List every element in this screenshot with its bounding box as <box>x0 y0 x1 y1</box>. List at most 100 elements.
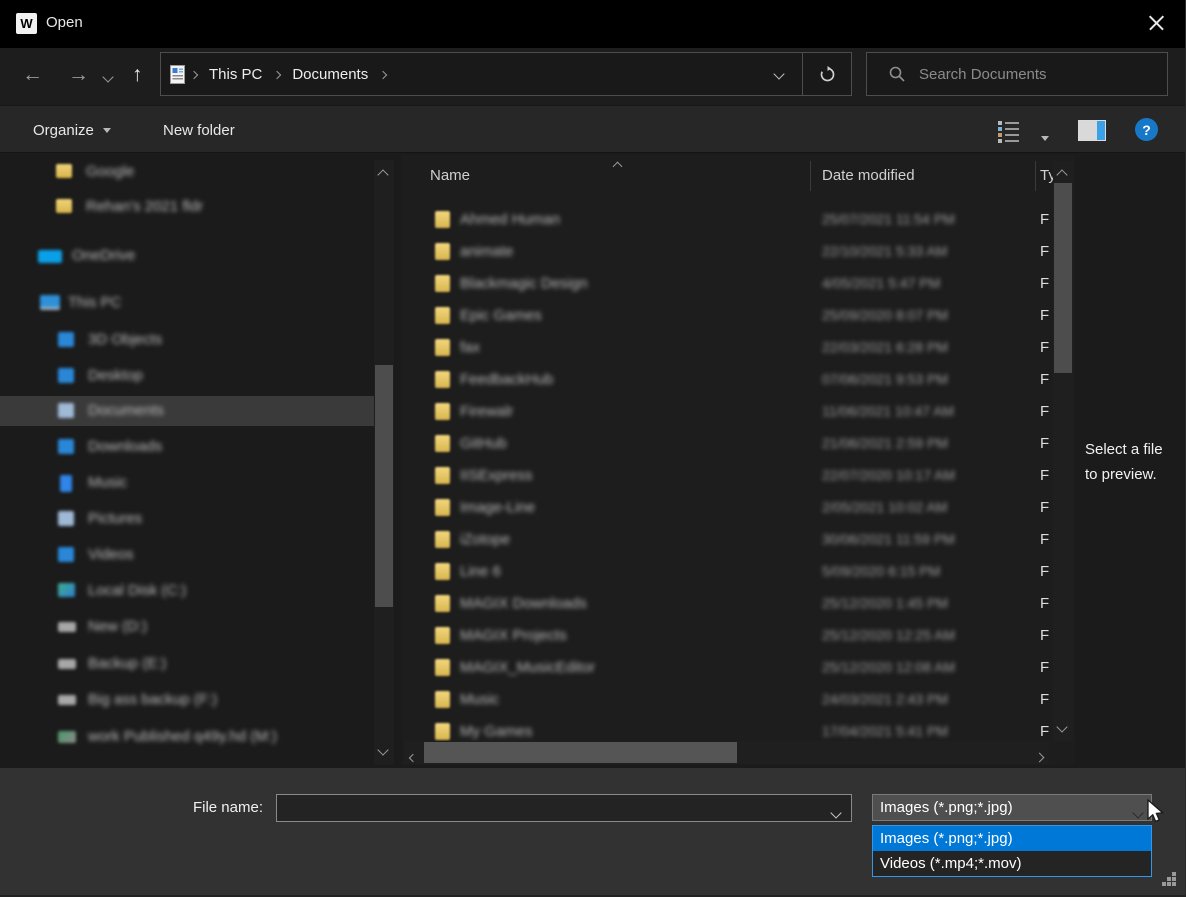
file-row[interactable]: MAGIX_MusicEditor25/12/2020 12:08 AMF <box>402 653 1053 685</box>
file-name-input[interactable] <box>276 794 852 822</box>
sidebar-item[interactable]: Big ass backup (F:) <box>0 685 374 715</box>
file-row[interactable]: Firewalr11/06/2021 10:47 AMF <box>402 397 1053 429</box>
sidebar-item[interactable]: Backup (E:) <box>0 649 374 679</box>
sidebar-item[interactable]: work Published q49y.hd (M:) <box>0 722 374 752</box>
up-button[interactable]: ↑ <box>132 61 143 89</box>
open-dialog: W Open ← → ↑ This PC Documents <box>0 0 1186 897</box>
file-row-type: F <box>1040 339 1049 356</box>
breadcrumb-chevron-icon[interactable] <box>274 65 280 83</box>
file-row[interactable]: FeedbackHub07/06/2021 9:53 PMF <box>402 365 1053 397</box>
column-header-date-modified[interactable]: Date modified <box>822 167 915 184</box>
sidebar-item[interactable]: OneDrive <box>0 241 374 271</box>
change-view-button[interactable] <box>998 121 1024 140</box>
folder-icon <box>435 659 450 676</box>
sidebar-item[interactable]: Videos <box>0 540 374 570</box>
sidebar-item[interactable]: This PC <box>0 288 374 318</box>
sidebar-item-label: Big ass backup (F:) <box>88 691 217 708</box>
sidebar-item-label: This PC <box>68 294 121 311</box>
file-type-combobox[interactable]: Images (*.png;*.jpg) <box>872 794 1152 821</box>
address-dropdown-button[interactable] <box>756 53 802 95</box>
scroll-right-icon[interactable] <box>1036 748 1043 766</box>
file-row[interactable]: MAGIX Projects25/12/2020 12:25 AMF <box>402 621 1053 653</box>
sidebar-item-label: New (D:) <box>88 618 147 635</box>
file-list-scrollbar-thumb[interactable] <box>1054 183 1072 373</box>
file-row-date: 22/03/2021 6:28 PM <box>822 339 948 355</box>
column-header-name[interactable]: Name <box>430 167 470 184</box>
file-row[interactable]: Epic Games25/09/2020 8:07 PMF <box>402 301 1053 333</box>
preview-pane-button[interactable] <box>1078 120 1106 141</box>
breadcrumb-documents[interactable]: Documents <box>286 66 374 83</box>
column-divider[interactable] <box>1035 161 1036 191</box>
box-blue-icon <box>58 547 74 562</box>
sidebar-item[interactable]: Local Disk (C:) <box>0 576 374 606</box>
file-row[interactable]: My Games17/04/2021 5:41 PMF <box>402 717 1053 742</box>
sidebar-scrollbar[interactable] <box>374 160 394 765</box>
file-row[interactable]: Line 65/09/2020 6:15 PMF <box>402 557 1053 589</box>
sidebar-scrollbar-thumb[interactable] <box>375 365 393 607</box>
file-row-date: 11/06/2021 10:47 AM <box>822 403 954 419</box>
file-row-name: Music <box>460 691 499 708</box>
file-row-type: F <box>1040 307 1049 324</box>
file-row-name: Line 6 <box>460 563 501 580</box>
scroll-left-icon[interactable] <box>410 748 416 766</box>
chevron-down-icon[interactable] <box>1134 804 1142 821</box>
file-row[interactable]: fax22/03/2021 6:28 PMF <box>402 333 1053 365</box>
file-row[interactable]: animate22/10/2021 5:33 AMF <box>402 237 1053 269</box>
sidebar-item-label: OneDrive <box>72 247 135 264</box>
file-row-name: Image-Line <box>460 499 535 516</box>
new-folder-button[interactable]: New folder <box>163 106 235 154</box>
file-row[interactable]: Ahmed Human25/07/2021 11:54 PMF <box>402 205 1053 237</box>
sidebar-item-label: Backup (E:) <box>88 655 166 672</box>
file-row-date: 22/07/2020 10:17 AM <box>822 467 955 483</box>
search-input[interactable]: Search Documents <box>866 52 1168 96</box>
file-row[interactable]: Image-Line2/05/2021 10:02 AMF <box>402 493 1053 525</box>
cloud-icon <box>38 250 62 263</box>
breadcrumb-this-pc[interactable]: This PC <box>203 66 268 83</box>
folder-icon <box>435 211 450 228</box>
scroll-up-icon[interactable] <box>1058 166 1066 184</box>
file-row[interactable]: iZotope30/06/2021 11:59 PMF <box>402 525 1053 557</box>
file-list: Ahmed Human25/07/2021 11:54 PMFanimate22… <box>402 205 1053 742</box>
file-list-scrollbar[interactable] <box>1053 161 1073 741</box>
folder-icon <box>435 339 450 356</box>
file-row[interactable]: Blackmagic Design4/05/2021 5:47 PMF <box>402 269 1053 301</box>
file-type-option[interactable]: Videos (*.mp4;*.mov) <box>873 851 1151 876</box>
window-title: Open <box>46 14 83 31</box>
file-row[interactable]: IISExpress22/07/2020 10:17 AMF <box>402 461 1053 493</box>
sidebar-item[interactable]: Downloads <box>0 432 374 462</box>
organize-button[interactable]: Organize <box>33 106 111 154</box>
help-button[interactable]: ? <box>1135 118 1158 141</box>
sidebar-item[interactable]: Desktop <box>0 361 374 391</box>
scroll-up-icon[interactable] <box>379 166 387 184</box>
scroll-down-icon[interactable] <box>379 741 387 759</box>
view-options-caret[interactable] <box>1041 128 1049 146</box>
file-row-name: Epic Games <box>460 307 542 324</box>
sidebar-item[interactable]: Documents <box>0 396 374 426</box>
column-divider[interactable] <box>810 161 811 191</box>
resize-grip[interactable] <box>1162 872 1179 889</box>
sidebar-item[interactable]: Music <box>0 468 374 498</box>
sidebar-item[interactable]: Rehan's 2021 fldr <box>0 192 374 222</box>
sidebar-item[interactable]: 3D Objects <box>0 325 374 355</box>
word-app-icon: W <box>16 13 37 34</box>
back-button[interactable]: ← <box>22 61 43 89</box>
breadcrumb-chevron-icon[interactable] <box>380 65 386 83</box>
file-type-option[interactable]: Images (*.png;*.jpg) <box>873 826 1151 851</box>
file-row[interactable]: GitHub21/06/2021 2:59 PMF <box>402 429 1053 461</box>
horizontal-scrollbar[interactable] <box>404 741 1049 764</box>
file-name-dropdown-icon[interactable] <box>832 804 840 822</box>
forward-button[interactable]: → <box>68 61 89 89</box>
refresh-button[interactable] <box>803 53 851 95</box>
file-row-type: F <box>1040 275 1049 292</box>
scroll-down-icon[interactable] <box>1058 718 1066 736</box>
sidebar-item[interactable]: Pictures <box>0 504 374 534</box>
file-row[interactable]: MAGIX Downloads25/12/2020 1:45 PMF <box>402 589 1053 621</box>
address-bar[interactable]: This PC Documents <box>160 52 852 96</box>
horizontal-scrollbar-thumb[interactable] <box>424 742 737 763</box>
sidebar-item[interactable]: New (D:) <box>0 612 374 642</box>
file-row-name: Firewalr <box>460 403 513 420</box>
sidebar-item[interactable]: Google <box>0 157 374 187</box>
close-icon[interactable] <box>1141 9 1171 37</box>
recent-locations-button[interactable] <box>104 68 112 86</box>
file-row[interactable]: Music24/03/2021 2:43 PMF <box>402 685 1053 717</box>
